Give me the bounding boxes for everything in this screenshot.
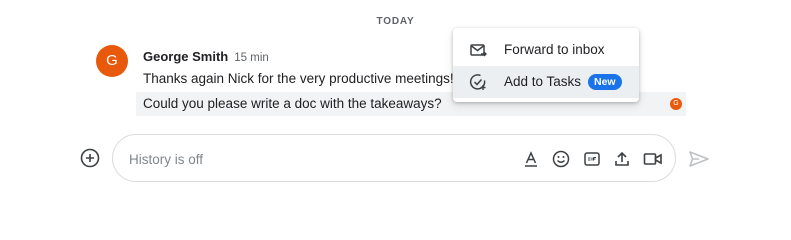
format-text-icon[interactable] [522,150,540,168]
emoji-icon[interactable] [552,150,570,168]
day-divider: TODAY [376,16,415,27]
new-badge: New [588,74,622,90]
message-input[interactable] [129,150,429,168]
menu-item-label: Add to Tasks [504,74,582,89]
video-meeting-icon[interactable] [643,150,662,168]
forward-to-inbox-icon [469,41,487,59]
send-icon [689,151,709,167]
add-circle-icon [80,148,100,168]
message-context-menu: Forward to inbox Add to Tasks New [453,28,639,102]
menu-item-label: Forward to inbox [504,42,605,57]
message-text-line: Could you please write a doc with the ta… [143,96,442,111]
add-task-icon [469,73,487,91]
send-button[interactable] [688,148,710,170]
menu-item-forward-to-inbox[interactable]: Forward to inbox [453,34,639,66]
sender-avatar[interactable]: G [96,45,128,77]
menu-item-add-to-tasks[interactable]: Add to Tasks New [453,66,639,98]
message-text-line: Thanks again Nick for the very productiv… [143,71,454,86]
gif-icon[interactable] [583,150,601,168]
read-receipt-avatar: G [670,98,682,110]
add-attachment-button[interactable] [80,148,100,168]
upload-icon[interactable] [613,150,631,168]
message-time: 15 min [234,52,269,64]
message-header: George Smith 15 min [143,49,269,64]
sender-name[interactable]: George Smith [143,49,228,64]
